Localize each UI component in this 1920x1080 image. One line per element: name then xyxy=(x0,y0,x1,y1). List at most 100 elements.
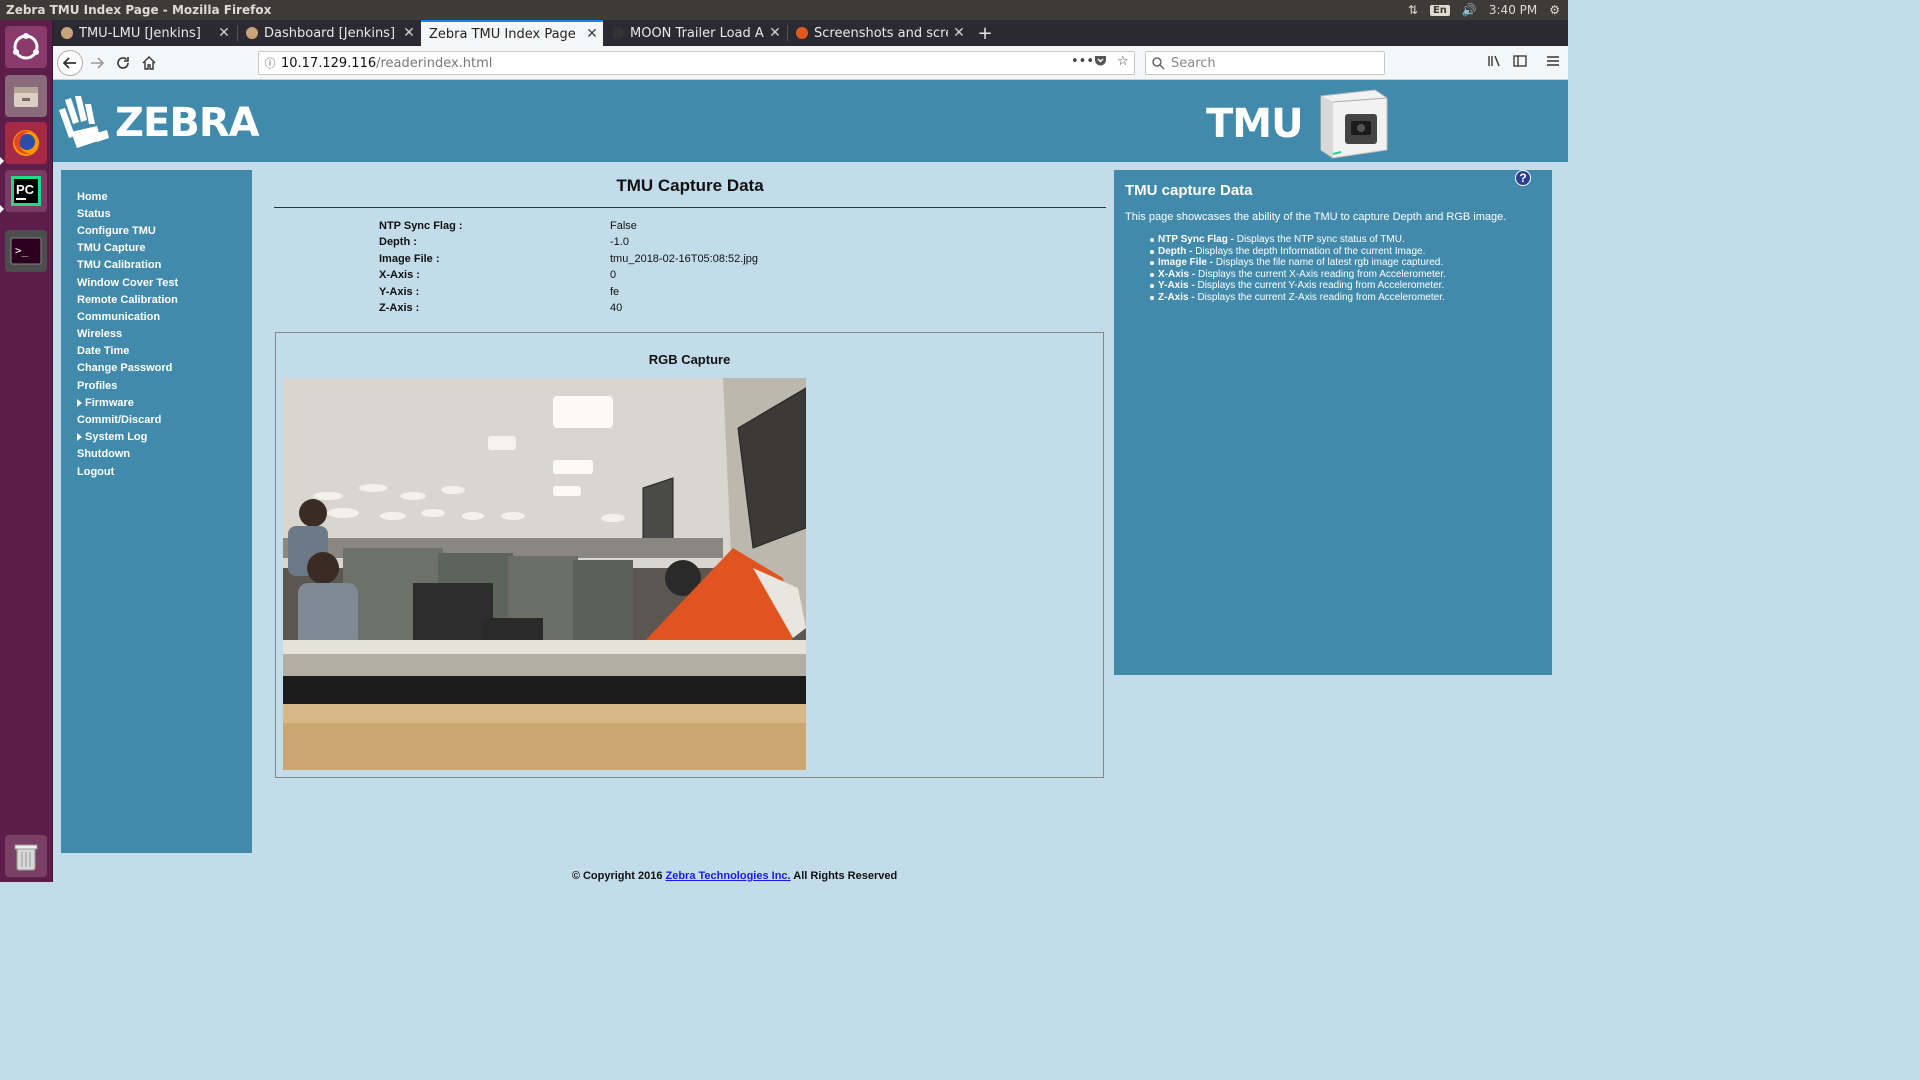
page-header: ZEBRA TMU xyxy=(53,80,1568,162)
new-tab-button[interactable]: + xyxy=(973,20,997,46)
field-value: -1.0 xyxy=(610,236,629,249)
data-row-ntp-sync-flag: NTP Sync Flag : False xyxy=(379,220,979,236)
page-actions-icon[interactable]: ••• xyxy=(1071,54,1094,69)
search-input[interactable] xyxy=(1171,55,1371,71)
sidebar-item-change-password[interactable]: Change Password xyxy=(77,360,178,377)
tab-moon-trailer-load[interactable]: MOON Trailer Load Ana ✕ xyxy=(604,20,786,46)
firefox-icon[interactable] xyxy=(5,122,47,164)
zebra-logo[interactable]: ZEBRA xyxy=(57,94,260,152)
sidebar-item-label: Change Password xyxy=(77,362,173,375)
settings-gear-icon[interactable]: ⚙ xyxy=(1549,3,1560,17)
library-icon[interactable] xyxy=(1487,54,1501,72)
tab-screenshots[interactable]: Screenshots and screen ✕ xyxy=(788,20,970,46)
help-item: Y-Axis - Displays the current Y-Axis rea… xyxy=(1150,280,1446,292)
forward-button[interactable] xyxy=(86,52,108,74)
sidebar-item-logout[interactable]: Logout xyxy=(77,463,178,480)
home-icon xyxy=(142,56,156,70)
data-row-y-axis: Y-Axis : fe xyxy=(379,286,979,302)
close-tab-icon[interactable]: ✕ xyxy=(581,26,603,42)
sidebar-item-firmware[interactable]: Firmware xyxy=(77,394,178,411)
sidebar-item-status[interactable]: Status xyxy=(77,205,178,222)
close-tab-icon[interactable]: ✕ xyxy=(398,25,420,41)
url-host: 10.17.129.116 xyxy=(281,55,377,71)
sidebar-item-tmu-calibration[interactable]: TMU Calibration xyxy=(77,257,178,274)
network-icon[interactable]: ⇅ xyxy=(1408,3,1418,17)
pocket-icon[interactable] xyxy=(1094,54,1107,71)
reload-button[interactable] xyxy=(112,52,134,74)
ubuntu-icon[interactable] xyxy=(5,26,47,68)
help-item: Z-Axis - Displays the current Z-Axis rea… xyxy=(1150,292,1446,304)
sidebar-item-label: Shutdown xyxy=(77,448,131,461)
clock[interactable]: 3:40 PM xyxy=(1489,3,1537,17)
sidebar-item-configure-tmu[interactable]: Configure TMU xyxy=(77,222,178,239)
tab-zebra-tmu-index[interactable]: Zebra TMU Index Page ✕ xyxy=(421,20,603,46)
sidebar-item-commit-discard[interactable]: Commit/Discard xyxy=(77,411,178,428)
main-content: TMU Capture Data NTP Sync Flag : False D… xyxy=(274,170,1106,790)
sidebar-item-label: Window Cover Test xyxy=(77,276,179,289)
sidebar-item-label: Home xyxy=(77,190,108,203)
tab-tmu-lmu-jenkins[interactable]: TMU-LMU [Jenkins] ✕ xyxy=(53,20,235,46)
tab-label: TMU-LMU [Jenkins] xyxy=(79,25,201,41)
svg-text:PC: PC xyxy=(16,182,35,197)
sidebar-item-communication[interactable]: Communication xyxy=(77,308,178,325)
field-value: fe xyxy=(610,285,620,298)
sidebar-item-system-log[interactable]: System Log xyxy=(77,429,178,446)
jenkins-favicon-icon xyxy=(61,27,73,39)
close-tab-icon[interactable]: ✕ xyxy=(213,25,235,41)
page-title: TMU Capture Data xyxy=(616,176,764,195)
sidebar-item-home[interactable]: Home xyxy=(77,188,178,205)
tab-dashboard-jenkins[interactable]: Dashboard [Jenkins] ✕ xyxy=(238,20,420,46)
field-value: tmu_2018-02-16T05:08:52.jpg xyxy=(610,252,758,265)
sidebar-item-label: Date Time xyxy=(77,345,130,358)
sidebar-item-tmu-capture[interactable]: TMU Capture xyxy=(77,240,178,257)
sidebar-toggle-icon[interactable] xyxy=(1513,54,1527,72)
close-tab-icon[interactable]: ✕ xyxy=(948,25,970,41)
zebra-technologies-link[interactable]: Zebra Technologies Inc. xyxy=(666,870,791,882)
sidebar-item-label: TMU Calibration xyxy=(77,259,162,272)
help-intro: This page showcases the ability of the T… xyxy=(1125,211,1507,223)
sidebar-item-label: Status xyxy=(77,207,111,220)
help-item: X-Axis - Displays the current X-Axis rea… xyxy=(1150,269,1446,281)
url-text[interactable]: 10.17.129.116/readerindex.html xyxy=(281,56,492,71)
data-row-x-axis: X-Axis : 0 xyxy=(379,269,979,285)
help-item: NTP Sync Flag - Displays the NTP sync st… xyxy=(1150,234,1446,246)
url-path: /readerindex.html xyxy=(376,55,493,71)
sidebar-item-label: TMU Capture xyxy=(77,242,146,255)
field-label: NTP Sync Flag : xyxy=(379,220,463,232)
pycharm-icon[interactable]: PC xyxy=(5,170,47,212)
site-info-icon[interactable]: ⓘ xyxy=(259,55,281,71)
rgb-capture-title: RGB Capture xyxy=(648,352,731,367)
volume-icon[interactable]: 🔊 xyxy=(1462,3,1477,17)
sidebar-item-window-cover-test[interactable]: Window Cover Test xyxy=(77,274,178,291)
help-term: Y-Axis - xyxy=(1158,280,1195,291)
tab-label: MOON Trailer Load Ana xyxy=(630,25,764,41)
active-app-indicator xyxy=(0,157,4,165)
launcher: PC >_ xyxy=(0,20,53,882)
tmu-logo: TMU xyxy=(1206,88,1391,160)
help-term: Depth - xyxy=(1158,245,1193,257)
page-scrollbar[interactable] xyxy=(1562,162,1568,882)
hamburger-menu-icon[interactable] xyxy=(1546,54,1560,72)
search-bar[interactable] xyxy=(1145,51,1385,75)
sidebar-item-profiles[interactable]: Profiles xyxy=(77,377,178,394)
trash-icon[interactable] xyxy=(5,835,47,877)
address-bar[interactable]: ⓘ 10.17.129.116/readerindex.html ••• ☆ xyxy=(258,51,1135,75)
back-button[interactable] xyxy=(57,50,83,76)
bookmark-star-icon[interactable]: ☆ xyxy=(1117,54,1129,69)
close-tab-icon[interactable]: ✕ xyxy=(764,25,786,41)
help-question-icon[interactable]: ? xyxy=(1515,170,1531,186)
sidebar-item-shutdown[interactable]: Shutdown xyxy=(77,446,178,463)
help-desc: Displays the file name of latest rgb ima… xyxy=(1213,257,1444,268)
terminal-icon[interactable]: >_ xyxy=(5,230,47,272)
sidebar-item-date-time[interactable]: Date Time xyxy=(77,343,178,360)
files-icon[interactable] xyxy=(5,75,47,117)
home-button[interactable] xyxy=(138,52,160,74)
sidebar-item-remote-calibration[interactable]: Remote Calibration xyxy=(77,291,178,308)
sidebar-item-label: Remote Calibration xyxy=(77,293,178,306)
search-icon xyxy=(1152,56,1165,70)
running-app-indicator xyxy=(0,205,4,213)
sidebar-item-wireless[interactable]: Wireless xyxy=(77,326,178,343)
keyboard-layout-indicator[interactable]: En xyxy=(1429,4,1450,16)
sidebar-item-label: Configure TMU xyxy=(77,224,156,237)
field-value: False xyxy=(610,220,637,232)
